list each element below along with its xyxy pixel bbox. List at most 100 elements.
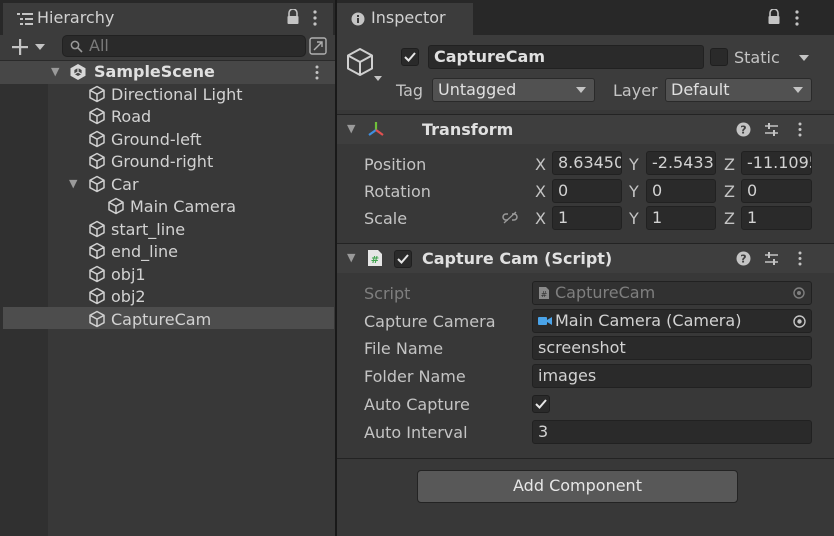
inspector-tab[interactable]: Inspector	[337, 3, 473, 35]
auto-capture-label: Auto Capture	[364, 395, 470, 414]
lock-icon[interactable]	[286, 9, 300, 25]
scale-y-label[interactable]: Y	[629, 209, 639, 228]
gameobject-icon	[107, 197, 125, 215]
camera-object-picker-icon[interactable]	[793, 315, 806, 328]
hierarchy-search-input[interactable]: All	[62, 35, 306, 57]
scale-label: Scale	[364, 209, 408, 228]
script-enabled-checkbox[interactable]	[394, 250, 412, 268]
hierarchy-item-label: end_line	[111, 241, 179, 261]
inspector-kebab-icon[interactable]	[795, 10, 799, 26]
search-icon	[70, 40, 83, 53]
script-help-icon[interactable]: ?	[736, 251, 751, 266]
transform-header[interactable]: ▼ Transform ?	[337, 114, 834, 144]
rotation-y-label[interactable]: Y	[629, 182, 639, 201]
script-menu-icon[interactable]	[798, 251, 802, 266]
capture-camera-label: Capture Camera	[364, 312, 496, 331]
icon-dropdown-arrow-icon[interactable]	[374, 76, 382, 81]
scale-z-label[interactable]: Z	[724, 209, 735, 228]
rotation-z-field[interactable]: 0	[741, 179, 812, 203]
auto-capture-checkbox[interactable]	[532, 395, 550, 413]
position-z-field[interactable]: -11.1095	[741, 151, 812, 175]
folder-name-field[interactable]: images	[532, 364, 812, 388]
scale-x-label[interactable]: X	[535, 209, 546, 228]
hierarchy-item[interactable]: CaptureCam	[88, 308, 211, 330]
hierarchy-item-label: Road	[111, 106, 152, 126]
position-x-field[interactable]: 8.63450	[552, 151, 622, 175]
transform-title: Transform	[422, 120, 514, 139]
rotation-y-field[interactable]: 0	[646, 179, 716, 203]
search-options-icon[interactable]	[309, 37, 327, 55]
gameobject-icon	[88, 85, 106, 103]
position-y-field[interactable]: -2.5433	[646, 151, 716, 175]
hierarchy-item-label: Directional Light	[111, 84, 243, 104]
gameobject-icon	[88, 310, 106, 328]
hierarchy-item[interactable]: end_line	[88, 240, 178, 262]
hierarchy-item[interactable]: start_line	[88, 218, 185, 240]
scale-x-field[interactable]: 1	[552, 206, 622, 230]
hierarchy-item[interactable]: Main Camera	[107, 195, 236, 217]
scene-row[interactable]: ▼ SampleScene	[0, 60, 335, 84]
scale-z-field[interactable]: 1	[741, 206, 812, 230]
script-foldout-icon[interactable]: ▼	[347, 251, 355, 264]
kebab-menu-icon[interactable]	[313, 10, 317, 26]
transform-axis-icon	[367, 120, 385, 138]
inspector-lock-icon[interactable]	[767, 9, 781, 25]
hierarchy-item[interactable]: Ground-right	[88, 150, 213, 172]
create-plus-icon[interactable]	[11, 38, 31, 56]
hierarchy-item-label: Ground-left	[111, 129, 202, 149]
script-label: Script	[364, 284, 411, 303]
transform-help-icon[interactable]: ?	[736, 122, 751, 137]
transform-preset-icon[interactable]	[764, 122, 779, 137]
hierarchy-item-label: Ground-right	[111, 151, 214, 171]
capture-camera-field[interactable]: Main Camera (Camera)	[532, 309, 812, 333]
layer-label: Layer	[613, 81, 658, 100]
script-component-title: Capture Cam (Script)	[422, 249, 613, 268]
hierarchy-item[interactable]: obj2	[88, 285, 146, 307]
add-component-button[interactable]: Add Component	[417, 470, 738, 503]
gameobject-name-field[interactable]: CaptureCam	[428, 45, 704, 69]
active-checkbox[interactable]	[401, 48, 419, 66]
position-z-label[interactable]: Z	[724, 155, 735, 174]
capture-cam-script-header[interactable]: ▼ # Capture Cam (Script) ?	[337, 243, 834, 273]
scene-expand-arrow-icon[interactable]: ▼	[51, 65, 59, 78]
gameobject-icon	[88, 287, 106, 305]
hierarchy-item-label: Car	[111, 174, 139, 194]
constrain-proportions-icon[interactable]	[502, 211, 518, 225]
position-x-label[interactable]: X	[535, 155, 546, 174]
auto-interval-field[interactable]: 3	[532, 420, 812, 444]
layer-dropdown-arrow-icon	[793, 87, 803, 93]
scale-y-field[interactable]: 1	[646, 206, 716, 230]
search-placeholder: All	[89, 36, 109, 55]
create-dropdown-arrow-icon[interactable]	[35, 44, 45, 50]
checkmark-icon	[402, 49, 418, 65]
hierarchy-item[interactable]: Road	[88, 105, 151, 127]
transform-menu-icon[interactable]	[798, 122, 802, 137]
folder-name-label: Folder Name	[364, 367, 466, 386]
hierarchy-list-icon	[17, 12, 33, 26]
tag-dropdown-arrow-icon	[576, 87, 586, 93]
file-name-field[interactable]: screenshot	[532, 336, 812, 360]
scene-menu-icon[interactable]	[315, 65, 319, 80]
transform-foldout-icon[interactable]: ▼	[347, 122, 355, 135]
tag-dropdown[interactable]: Untagged	[432, 78, 595, 102]
inspector-tab-label: Inspector	[371, 8, 446, 27]
position-y-label[interactable]: Y	[629, 155, 639, 174]
svg-text:#: #	[541, 290, 548, 299]
script-preset-icon[interactable]	[764, 251, 779, 266]
hierarchy-item[interactable]: obj1	[88, 263, 146, 285]
gameobject-cube-icon[interactable]	[345, 47, 375, 77]
expand-arrow-icon[interactable]: ▼	[69, 177, 77, 190]
hierarchy-panel: Hierarchy All ▼ SampleScene Directional …	[0, 0, 335, 536]
hierarchy-item[interactable]: Directional Light	[88, 83, 243, 105]
script-file-icon: #	[538, 286, 550, 300]
static-dropdown-arrow-icon[interactable]	[799, 55, 809, 61]
rotation-x-field[interactable]: 0	[552, 179, 622, 203]
layer-dropdown[interactable]: Default	[665, 78, 812, 102]
rotation-x-label[interactable]: X	[535, 182, 546, 201]
auto-interval-label: Auto Interval	[364, 423, 468, 442]
hierarchy-item[interactable]: Ground-left	[88, 128, 202, 150]
hierarchy-item[interactable]: ▼ Car	[69, 173, 139, 195]
hierarchy-tab[interactable]: Hierarchy	[3, 3, 333, 35]
static-checkbox[interactable]	[710, 48, 728, 66]
rotation-z-label[interactable]: Z	[724, 182, 735, 201]
